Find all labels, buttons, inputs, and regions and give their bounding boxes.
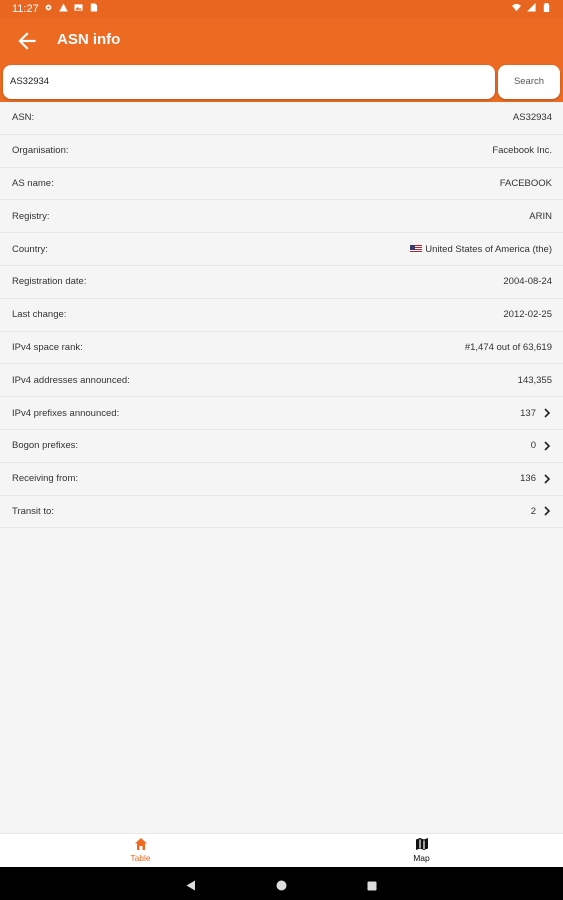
row-country: Country: United States of America (the) <box>0 233 563 266</box>
search-button[interactable]: Search <box>498 65 560 99</box>
row-label: Last change: <box>12 309 67 321</box>
row-label: IPv4 space rank: <box>12 341 83 353</box>
tab-map[interactable]: Map <box>281 834 562 868</box>
row-last-change: Last change: 2012-02-25 <box>0 299 563 332</box>
row-transit-to[interactable]: Transit to: 2 <box>0 496 563 529</box>
row-ipv4-prefixes-announced[interactable]: IPv4 prefixes announced: 137 <box>0 397 563 430</box>
row-organisation: Organisation: Facebook Inc. <box>0 135 563 168</box>
row-value: ARIN <box>529 210 552 222</box>
bottom-navigation: Table Map <box>0 833 563 868</box>
row-as-name: AS name: FACEBOOK <box>0 168 563 201</box>
home-circle-icon <box>276 880 287 891</box>
tab-table[interactable]: Table <box>0 834 281 868</box>
warning-icon <box>59 3 68 12</box>
row-label: IPv4 prefixes announced: <box>12 407 120 419</box>
home-nav-button[interactable] <box>276 878 287 896</box>
home-icon <box>134 838 147 850</box>
row-label: IPv4 addresses announced: <box>12 374 130 386</box>
chevron-right-icon <box>544 441 551 451</box>
row-ipv4-space-rank: IPv4 space rank: #1,474 out of 63,619 <box>0 332 563 365</box>
row-label: ASN: <box>12 112 35 124</box>
row-ipv4-addresses-announced: IPv4 addresses announced: 143,355 <box>0 364 563 398</box>
row-value: 2004-08-24 <box>503 276 552 288</box>
row-label: Bogon prefixes: <box>12 440 79 452</box>
asn-search-input[interactable]: AS32934 <box>3 65 495 99</box>
row-value: United States of America (the) <box>410 244 552 255</box>
row-label: Organisation: <box>12 145 69 157</box>
battery-icon <box>543 3 550 12</box>
row-label: Country: <box>12 243 48 255</box>
tab-map-label: Map <box>413 853 430 863</box>
image-icon <box>74 4 83 11</box>
row-value: 137 <box>520 407 536 419</box>
status-left-icons <box>44 3 98 12</box>
recents-square-icon <box>367 881 377 891</box>
tab-table-label: Table <box>130 853 151 863</box>
signal-icon <box>527 3 536 12</box>
row-value: Facebook Inc. <box>492 145 552 157</box>
back-arrow-icon[interactable] <box>14 28 40 54</box>
row-label: AS name: <box>12 177 54 189</box>
row-label: Receiving from: <box>12 473 78 485</box>
asn-info-table: ASN: AS32934 Organisation: Facebook Inc.… <box>0 102 563 529</box>
us-flag-icon <box>410 244 423 253</box>
wifi-icon <box>512 3 521 12</box>
row-label: Registration date: <box>12 276 87 288</box>
row-asn: ASN: AS32934 <box>0 102 563 135</box>
chevron-right-icon <box>544 506 551 517</box>
row-label: Registry: <box>12 210 50 222</box>
chevron-right-icon <box>544 408 551 418</box>
app-bar: ASN info <box>0 18 563 65</box>
map-icon <box>415 838 428 850</box>
row-registry: Registry: ARIN <box>0 200 563 234</box>
country-name: United States of America (the) <box>425 243 552 255</box>
back-triangle-icon <box>186 880 195 891</box>
row-value: 2012-02-25 <box>503 309 552 321</box>
system-navigation-bar <box>0 867 563 900</box>
settings-icon <box>45 4 52 11</box>
status-time: 11:27 <box>12 3 39 15</box>
sim-icon <box>90 3 98 12</box>
row-value: 0 <box>530 440 536 452</box>
chevron-right-icon <box>544 474 551 484</box>
row-bogon-prefixes[interactable]: Bogon prefixes: 0 <box>0 430 563 463</box>
row-value: AS32934 <box>512 112 552 124</box>
row-label: Transit to: <box>12 505 54 517</box>
recents-nav-button[interactable] <box>367 878 377 896</box>
status-bar: 11:27 <box>0 0 563 18</box>
row-registration-date: Registration date: 2004-08-24 <box>0 266 563 299</box>
status-right-icons <box>512 3 551 12</box>
row-value: FACEBOOK <box>499 177 552 189</box>
row-receiving-from[interactable]: Receiving from: 136 <box>0 463 563 496</box>
row-value: 143,355 <box>517 374 552 386</box>
row-value: 2 <box>530 505 536 517</box>
row-value: 136 <box>520 473 536 485</box>
back-nav-button[interactable] <box>186 878 196 896</box>
row-value: #1,474 out of 63,619 <box>464 341 552 353</box>
page-title: ASN info <box>57 31 121 48</box>
